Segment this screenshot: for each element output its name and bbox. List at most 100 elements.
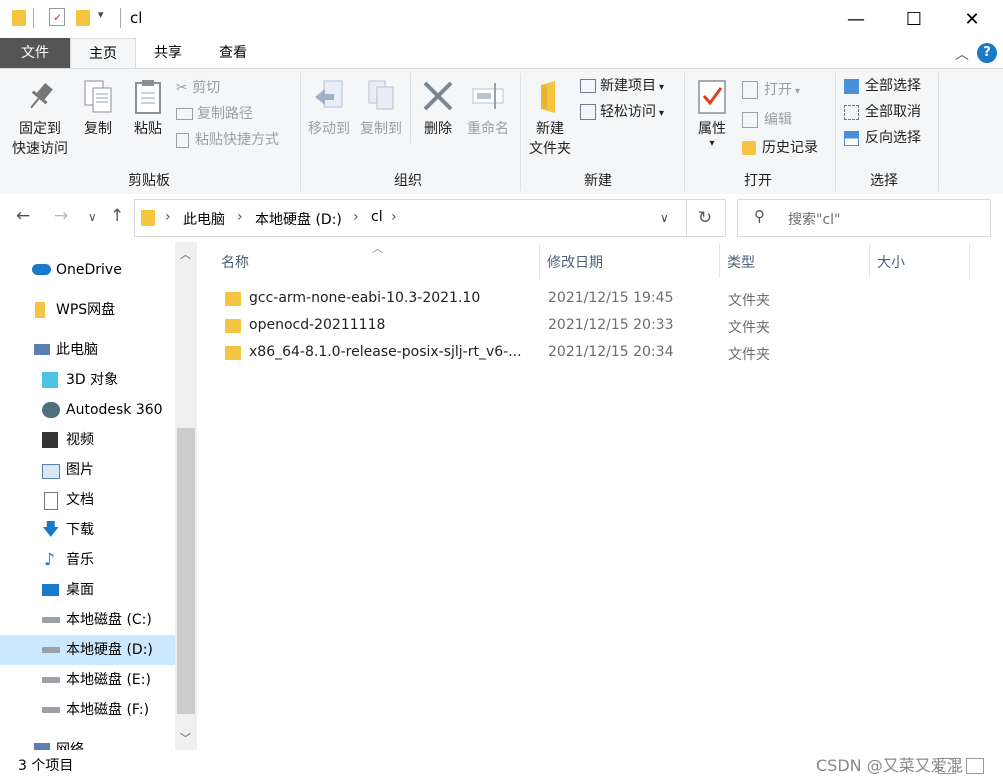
address-dropdown-chevron-icon[interactable]: ∨ <box>660 211 669 225</box>
nav-item-drive-e[interactable]: 本地磁盘 (E:) <box>0 665 175 695</box>
tab-home[interactable]: 主页 <box>70 38 136 69</box>
nav-label: 本地磁盘 (F:) <box>66 702 150 718</box>
recent-locations-chevron-icon[interactable]: ∨ <box>88 210 97 224</box>
nav-label: 本地磁盘 (E:) <box>66 672 151 688</box>
refresh-button[interactable]: ↻ <box>685 199 726 237</box>
breadcrumb-drive-d[interactable]: 本地硬盘 (D:) <box>255 209 342 229</box>
nav-item-videos[interactable]: 视频 <box>0 425 175 455</box>
open-button[interactable]: 打开 ▾ <box>742 79 800 101</box>
column-separator[interactable] <box>969 244 970 278</box>
nav-label: 音乐 <box>66 552 94 568</box>
properties-button[interactable]: 属性 ▾ <box>690 79 734 149</box>
cube-icon <box>42 372 58 388</box>
paste-shortcut-icon <box>176 132 189 148</box>
address-row: ← → ∨ ↑ › 此电脑 › 本地硬盘 (D:) › cl › ∨ ↻ ⚲ 搜… <box>0 194 1003 242</box>
pin-to-quick-access-button[interactable]: 固定到 快速访问 <box>8 79 72 159</box>
nav-item-this-pc[interactable]: 此电脑 <box>0 335 175 365</box>
nav-item-documents[interactable]: 文档 <box>0 485 175 515</box>
tab-share[interactable]: 共享 <box>136 38 200 68</box>
nav-scrollbar[interactable]: ︿ ﹀ <box>175 242 197 750</box>
autodesk-icon <box>42 402 60 418</box>
select-none-icon <box>844 104 859 120</box>
properties-qat-icon[interactable]: ✓ <box>49 8 65 26</box>
breadcrumb-this-pc[interactable]: 此电脑 <box>183 209 225 229</box>
table-row[interactable]: gcc-arm-none-eabi-10.3-2021.10 2021/12/1… <box>217 286 977 313</box>
copy-path-button[interactable]: 复制路径 <box>176 103 253 125</box>
forward-arrow-icon[interactable]: → <box>54 206 68 226</box>
paste-button[interactable]: 粘贴 <box>126 79 170 139</box>
delete-x-icon <box>421 79 455 115</box>
cut-button[interactable]: ✂ 剪切 <box>176 77 220 99</box>
paste-shortcut-label: 粘贴快捷方式 <box>195 132 279 148</box>
delete-button[interactable]: 删除 <box>416 79 460 139</box>
help-icon[interactable]: ? <box>977 43 997 63</box>
nav-item-drive-d[interactable]: 本地硬盘 (D:) <box>0 635 175 665</box>
search-input[interactable]: ⚲ 搜索"cl" <box>737 199 991 237</box>
move-to-button[interactable]: 移动到 <box>304 79 354 139</box>
history-button[interactable]: 历史记录 <box>742 137 818 159</box>
properties-label: 属性 <box>698 121 726 137</box>
nav-item-wps[interactable]: WPS网盘 <box>0 295 175 325</box>
chevron-right-icon[interactable]: › <box>353 209 359 225</box>
nav-item-pictures[interactable]: 图片 <box>0 455 175 485</box>
large-icons-view-icon[interactable] <box>966 758 984 774</box>
scroll-down-icon[interactable]: ﹀ <box>180 730 191 746</box>
sort-ascending-icon: ︿ <box>372 242 383 255</box>
maximize-button[interactable]: ☐ <box>885 0 943 38</box>
address-bar[interactable]: › 此电脑 › 本地硬盘 (D:) › cl › ∨ <box>134 199 687 237</box>
close-button[interactable]: ✕ <box>943 0 1001 38</box>
new-folder-label-line2: 文件夹 <box>529 141 571 157</box>
column-header-date[interactable]: 修改日期 <box>547 252 603 272</box>
invert-selection-button[interactable]: 反向选择 <box>844 127 921 149</box>
chevron-down-icon: ▾ <box>795 86 801 97</box>
rename-button[interactable]: 重命名 <box>462 79 514 139</box>
chevron-right-icon[interactable]: › <box>165 209 171 225</box>
drive-icon <box>42 677 60 683</box>
navigation-pane: OneDrive WPS网盘 此电脑 3D 对象 Autodesk 360 视频… <box>0 242 197 750</box>
column-header-type[interactable]: 类型 <box>727 252 755 272</box>
nav-item-onedrive[interactable]: OneDrive <box>0 255 175 285</box>
back-arrow-icon[interactable]: ← <box>16 206 30 226</box>
minimize-button[interactable]: — <box>827 0 885 38</box>
new-item-button[interactable]: 新建项目 ▾ <box>580 75 664 97</box>
nav-item-music[interactable]: ♪ 音乐 <box>0 545 175 575</box>
column-header-name[interactable]: 名称 <box>221 252 249 272</box>
column-separator[interactable] <box>869 244 870 278</box>
new-folder-button[interactable]: 新建 文件夹 <box>524 79 576 159</box>
table-row[interactable]: x86_64-8.1.0-release-posix-sjlj-rt_v6-..… <box>217 340 977 367</box>
nav-item-drive-c[interactable]: 本地磁盘 (C:) <box>0 605 175 635</box>
nav-item-autodesk[interactable]: Autodesk 360 <box>0 395 175 425</box>
column-separator[interactable] <box>719 244 720 278</box>
easy-access-label: 轻松访问 <box>600 104 656 120</box>
select-none-button[interactable]: 全部取消 <box>844 101 921 123</box>
nav-item-3d-objects[interactable]: 3D 对象 <box>0 365 175 395</box>
paste-icon <box>131 79 165 115</box>
table-row[interactable]: openocd-20211118 2021/12/15 20:33 文件夹 <box>217 313 977 340</box>
tab-view[interactable]: 查看 <box>201 38 265 68</box>
new-folder-qat-icon[interactable] <box>76 10 90 26</box>
qat-dropdown-icon[interactable]: ▾ <box>98 8 104 21</box>
chevron-right-icon[interactable]: › <box>237 209 243 225</box>
copy-button[interactable]: 复制 <box>76 79 120 139</box>
nav-item-desktop[interactable]: 桌面 <box>0 575 175 605</box>
up-arrow-icon[interactable]: ↑ <box>110 206 124 226</box>
select-all-button[interactable]: 全部选择 <box>844 75 921 97</box>
move-to-icon <box>312 79 346 115</box>
chevron-right-icon[interactable]: › <box>391 209 397 225</box>
scroll-up-icon[interactable]: ︿ <box>180 246 191 262</box>
breadcrumb-cl[interactable]: cl <box>371 209 383 225</box>
edit-button[interactable]: 编辑 <box>742 109 792 131</box>
copy-to-button[interactable]: 复制到 <box>356 79 406 139</box>
tab-file[interactable]: 文件 <box>0 38 70 68</box>
music-icon: ♪ <box>44 550 55 570</box>
nav-item-drive-f[interactable]: 本地磁盘 (F:) <box>0 695 175 725</box>
easy-access-button[interactable]: 轻松访问 ▾ <box>580 101 664 123</box>
file-name: openocd-20211118 <box>249 317 386 333</box>
collapse-ribbon-icon[interactable]: ︿ <box>955 44 969 64</box>
scrollbar-thumb[interactable] <box>177 428 195 714</box>
nav-item-network[interactable]: 网络 <box>0 735 175 750</box>
paste-shortcut-button[interactable]: 粘贴快捷方式 <box>176 129 279 151</box>
column-separator[interactable] <box>539 244 540 278</box>
nav-item-downloads[interactable]: 🡇 下载 <box>0 515 175 545</box>
column-header-size[interactable]: 大小 <box>877 252 905 272</box>
